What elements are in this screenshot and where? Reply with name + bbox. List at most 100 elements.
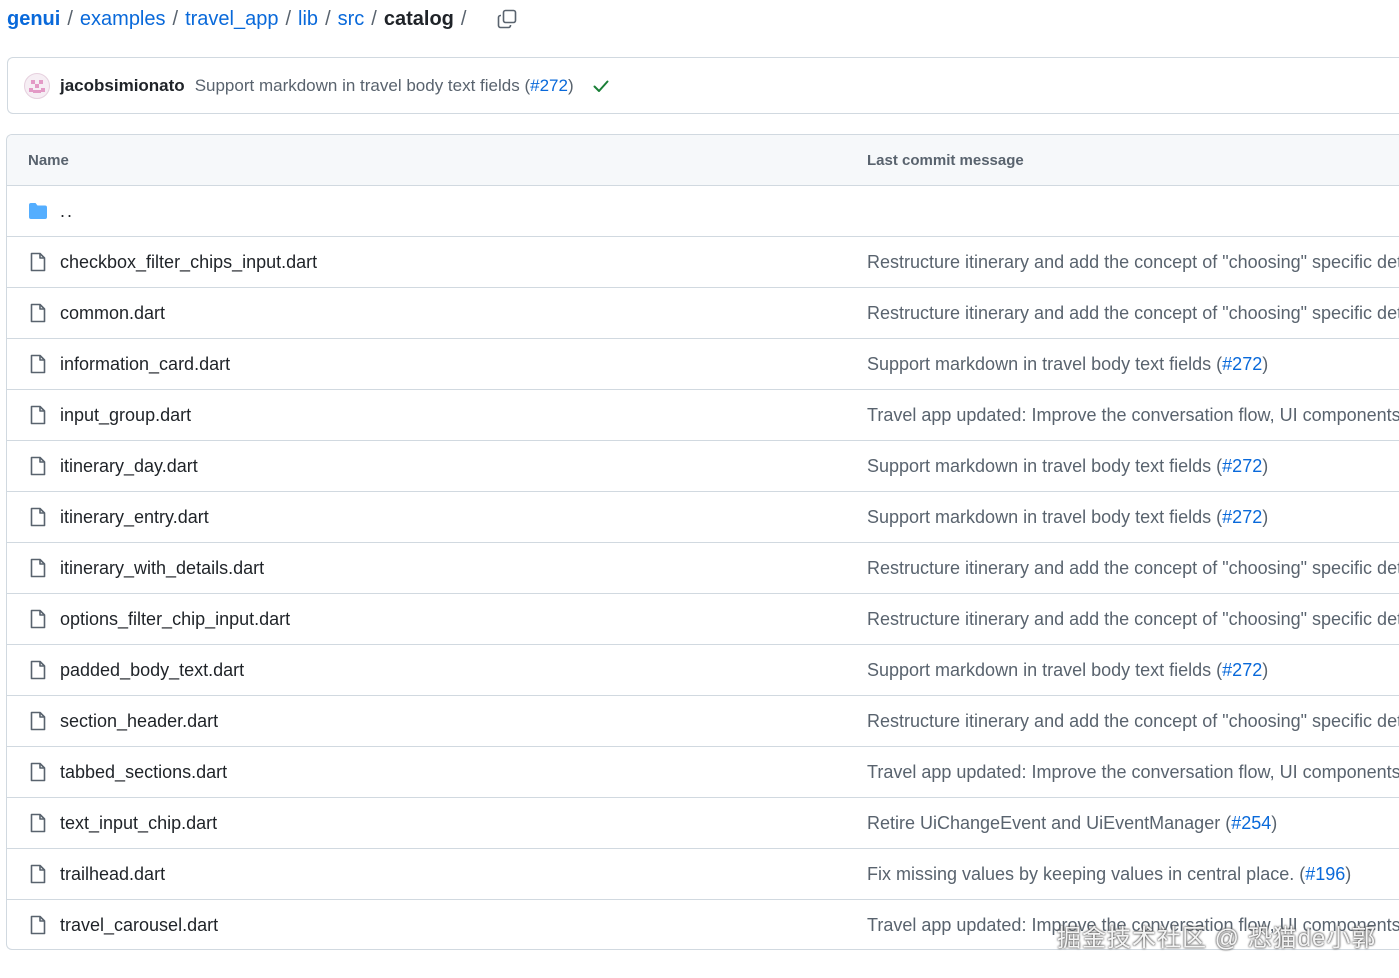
last-commit-message[interactable]: Restructure itinerary and add the concep…	[867, 303, 1399, 324]
table-row[interactable]: checkbox_filter_chips_input.dart Restruct…	[7, 237, 1399, 288]
file-icon	[28, 711, 48, 731]
file-name-link[interactable]: information_card.dart	[60, 354, 230, 375]
commit-pr-link[interactable]: #196	[1305, 864, 1345, 884]
commit-message-text: Restructure itinerary and add the concep…	[867, 609, 1399, 629]
table-row[interactable]: trailhead.dart Fix missing values by keep…	[7, 849, 1399, 900]
table-row[interactable]: itinerary_entry.dart Support markdown in …	[7, 492, 1399, 543]
last-commit-message[interactable]: Travel app updated: Improve the conversa…	[867, 405, 1399, 426]
commit-message-close: )	[1262, 660, 1269, 680]
check-icon[interactable]	[592, 77, 610, 95]
parent-directory-row[interactable]: ..	[7, 186, 1399, 237]
commit-message-close: )	[567, 75, 574, 95]
last-commit-message[interactable]: Support markdown in travel body text fie…	[867, 354, 1399, 375]
copy-icon	[498, 9, 517, 29]
commit-author-link[interactable]: jacobsimionato	[60, 76, 185, 96]
file-name-link[interactable]: options_filter_chip_input.dart	[60, 609, 290, 630]
file-icon	[28, 660, 48, 680]
last-commit-message[interactable]: Restructure itinerary and add the concep…	[867, 711, 1399, 732]
last-commit-message[interactable]: Travel app updated: Improve the conversa…	[867, 762, 1399, 783]
breadcrumb-separator: /	[172, 7, 179, 30]
commit-message-text: Restructure itinerary and add the concep…	[867, 252, 1399, 272]
file-name-link[interactable]: travel_carousel.dart	[60, 915, 218, 936]
breadcrumb-current: catalog	[383, 7, 454, 30]
file-name-link[interactable]: text_input_chip.dart	[60, 813, 217, 834]
file-name-link[interactable]: itinerary_with_details.dart	[60, 558, 264, 579]
table-row[interactable]: options_filter_chip_input.dart Restructur…	[7, 594, 1399, 645]
file-rows: checkbox_filter_chips_input.dart Restruct…	[7, 237, 1399, 949]
file-icon	[28, 507, 48, 527]
last-commit-message[interactable]: Fix missing values by keeping values in …	[867, 864, 1399, 885]
commit-message-text: Support markdown in travel body text fie…	[194, 75, 531, 95]
breadcrumb: genui / examples / travel_app / lib / sr…	[7, 4, 521, 34]
breadcrumb-separator: /	[460, 7, 467, 30]
file-name-link[interactable]: tabbed_sections.dart	[60, 762, 227, 783]
file-name-link[interactable]: common.dart	[60, 303, 165, 324]
table-row[interactable]: input_group.dart Travel app updated: Impr…	[7, 390, 1399, 441]
table-row[interactable]: itinerary_with_details.dart Restructure i…	[7, 543, 1399, 594]
file-name-link[interactable]: itinerary_day.dart	[60, 456, 198, 477]
breadcrumb-link-lib[interactable]: lib	[298, 8, 318, 31]
file-table: Name Last commit message .. checkbox_fil…	[6, 134, 1399, 950]
last-commit-message[interactable]: Support markdown in travel body text fie…	[867, 456, 1399, 477]
table-row[interactable]: information_card.dart Support markdown in…	[7, 339, 1399, 390]
commit-pr-link[interactable]: #272	[530, 76, 568, 95]
commit-message-text: Travel app updated: Improve the conversa…	[867, 405, 1399, 425]
file-icon	[28, 405, 48, 425]
commit-message-text: Retire UiChangeEvent and UiEventManager …	[867, 813, 1232, 833]
last-commit-message[interactable]: Restructure itinerary and add the concep…	[867, 609, 1399, 630]
file-name-link[interactable]: section_header.dart	[60, 711, 218, 732]
commit-pr-link[interactable]: #272	[1222, 456, 1262, 476]
file-name-link[interactable]: trailhead.dart	[60, 864, 165, 885]
breadcrumb-link-travel-app[interactable]: travel_app	[185, 8, 278, 31]
table-row[interactable]: common.dart Restructure itinerary and add…	[7, 288, 1399, 339]
file-name-link[interactable]: padded_body_text.dart	[60, 660, 244, 681]
file-name-link[interactable]: itinerary_entry.dart	[60, 507, 209, 528]
commit-message-close: )	[1262, 456, 1269, 476]
commit-message[interactable]: Support markdown in travel body text fie…	[195, 76, 574, 96]
commit-message-close: )	[1262, 507, 1269, 527]
commit-message-close: )	[1271, 813, 1278, 833]
file-icon	[28, 609, 48, 629]
table-row[interactable]: section_header.dart Restructure itinerary…	[7, 696, 1399, 747]
last-commit-message[interactable]: Support markdown in travel body text fie…	[867, 507, 1399, 528]
commit-message-text: Support markdown in travel body text fie…	[867, 660, 1223, 680]
parent-directory-link[interactable]: ..	[60, 201, 74, 222]
commit-pr-link[interactable]: #272	[1222, 507, 1262, 527]
commit-pr-link[interactable]: #254	[1231, 813, 1271, 833]
breadcrumb-root-link[interactable]: genui	[7, 8, 60, 31]
copy-path-button[interactable]	[493, 5, 521, 33]
file-icon	[28, 915, 48, 935]
table-row[interactable]: itinerary_day.dart Support markdown in tr…	[7, 441, 1399, 492]
file-icon	[28, 864, 48, 884]
commit-pr-link[interactable]: #272	[1222, 660, 1262, 680]
column-header-last-commit: Last commit message	[867, 152, 1024, 169]
file-name-link[interactable]: input_group.dart	[60, 405, 191, 426]
commit-pr-link[interactable]: #272	[1222, 354, 1262, 374]
file-name-link[interactable]: checkbox_filter_chips_input.dart	[60, 252, 317, 273]
last-commit-message[interactable]: Restructure itinerary and add the concep…	[867, 252, 1399, 273]
commit-message-close: )	[1262, 354, 1269, 374]
commit-message-text: Support markdown in travel body text fie…	[867, 354, 1223, 374]
file-icon	[28, 354, 48, 374]
commit-message-text: Restructure itinerary and add the concep…	[867, 711, 1399, 731]
commit-message-text: Fix missing values by keeping values in …	[867, 864, 1306, 884]
breadcrumb-link-src[interactable]: src	[338, 8, 365, 31]
commit-message-close: )	[1345, 864, 1352, 884]
file-icon	[28, 252, 48, 272]
file-icon	[28, 813, 48, 833]
file-icon	[28, 558, 48, 578]
table-row[interactable]: tabbed_sections.dart Travel app updated: …	[7, 747, 1399, 798]
breadcrumb-separator: /	[285, 7, 292, 30]
table-row[interactable]: padded_body_text.dart Support markdown in…	[7, 645, 1399, 696]
table-row[interactable]: text_input_chip.dart Retire UiChangeEvent…	[7, 798, 1399, 849]
commit-message-text: Support markdown in travel body text fie…	[867, 507, 1223, 527]
commit-message-text: Restructure itinerary and add the concep…	[867, 558, 1399, 578]
avatar[interactable]	[24, 72, 50, 99]
file-icon	[28, 762, 48, 782]
avatar-identicon-icon	[29, 79, 45, 93]
last-commit-message[interactable]: Support markdown in travel body text fie…	[867, 660, 1399, 681]
last-commit-message[interactable]: Retire UiChangeEvent and UiEventManager …	[867, 813, 1399, 834]
breadcrumb-link-examples[interactable]: examples	[80, 8, 166, 31]
last-commit-message[interactable]: Restructure itinerary and add the concep…	[867, 558, 1399, 579]
folder-icon	[28, 201, 48, 221]
